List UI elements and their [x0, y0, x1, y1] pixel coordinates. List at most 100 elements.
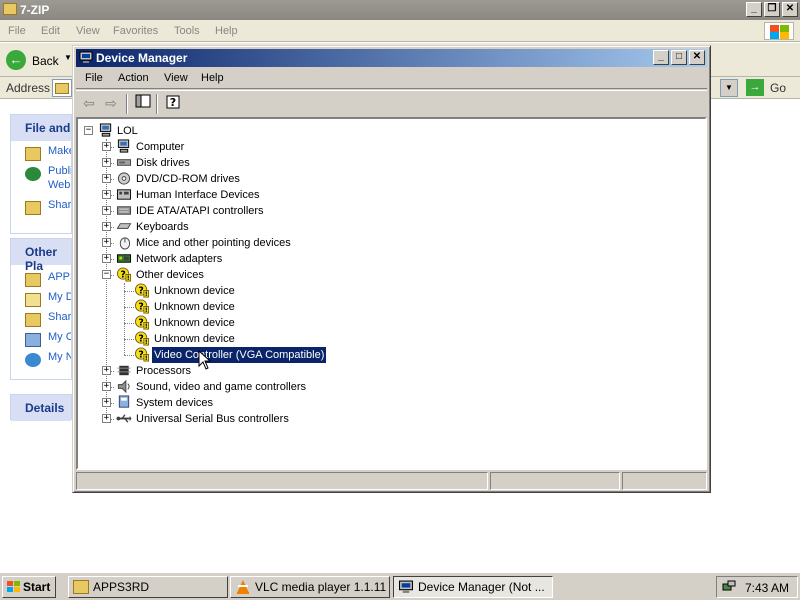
place-my-network[interactable]: My N	[11, 351, 71, 371]
tree-device-unknown-device[interactable]: ?! Unknown device	[78, 283, 678, 299]
tree-category-disk-drives[interactable]: Disk drives	[78, 155, 678, 171]
system-device-icon	[116, 395, 132, 410]
tree-root[interactable]: LOL	[78, 123, 678, 139]
menu-file[interactable]: File	[8, 25, 26, 37]
explorer-title-bar[interactable]: 7-ZIP _ ❐ ✕	[0, 0, 800, 20]
back-arrow-icon[interactable]: ⇦	[78, 94, 100, 114]
address-dropdown-button[interactable]: ▼	[720, 79, 738, 97]
place-shared[interactable]: Share	[11, 311, 71, 331]
tree-device-video-controller-vga-compatible-[interactable]: ?! Video Controller (VGA Compatible)	[78, 347, 678, 363]
place-label: APPS	[48, 271, 71, 283]
task-make-folder[interactable]: Make	[11, 145, 71, 165]
back-button[interactable]: ← Back ▼	[4, 49, 74, 73]
task-share[interactable]: Share	[11, 199, 71, 219]
close-button[interactable]: ✕	[782, 2, 798, 17]
taskbar-button-vlc[interactable]: VLC media player 1.1.11 ...	[230, 576, 390, 598]
svg-text:?: ?	[138, 285, 143, 296]
place-label: My N	[48, 351, 71, 363]
share-folder-icon	[25, 201, 41, 215]
menu-favorites[interactable]: Favorites	[113, 25, 158, 37]
device-manager-title-bar[interactable]: Device Manager _ □ ✕	[76, 49, 707, 67]
tree-device-unknown-device[interactable]: ?! Unknown device	[78, 331, 678, 347]
tree-node-label: Unknown device	[154, 333, 235, 345]
file-tasks-header[interactable]: File and	[11, 115, 71, 141]
device-manager-icon	[399, 580, 413, 593]
menu-action[interactable]: Action	[118, 72, 149, 84]
place-apps[interactable]: APPS	[11, 271, 71, 291]
taskbar-button-apps3rd[interactable]: APPS3RD	[68, 576, 228, 598]
task-label: Share	[48, 199, 71, 211]
device-manager-window: Device Manager _ □ ✕ File Action View He…	[72, 45, 711, 493]
tree-category-system-devices[interactable]: System devices	[78, 395, 678, 411]
forward-arrow-icon[interactable]: ⇨	[100, 94, 122, 114]
place-label: My D	[48, 291, 71, 303]
tree-category-ide-ata-atapi-controllers[interactable]: IDE ATA/ATAPI controllers	[78, 203, 678, 219]
place-my-computer[interactable]: My C	[11, 331, 71, 351]
minimize-button[interactable]: _	[653, 50, 669, 65]
tree-device-unknown-device[interactable]: ?! Unknown device	[78, 315, 678, 331]
svg-text:?: ?	[138, 333, 143, 344]
menu-view[interactable]: View	[76, 25, 100, 37]
tree-category-human-interface-devices[interactable]: Human Interface Devices	[78, 187, 678, 203]
mouse-cursor-icon	[198, 350, 212, 370]
menu-view[interactable]: View	[164, 72, 188, 84]
unknown-device-icon: ?!	[134, 283, 150, 298]
tree-node-label: LOL	[117, 125, 138, 137]
tree-category-universal-serial-bus-controllers[interactable]: Universal Serial Bus controllers	[78, 411, 678, 427]
menu-help[interactable]: Help	[215, 25, 238, 37]
maximize-button[interactable]: ❐	[764, 2, 780, 17]
unknown-device-icon: ?!	[134, 299, 150, 314]
address-field[interactable]	[52, 79, 72, 97]
clock[interactable]: 7:43 AM	[745, 581, 789, 595]
svg-text:?: ?	[138, 349, 143, 360]
start-button[interactable]: Start	[2, 576, 56, 598]
taskbar-button-label: APPS3RD	[93, 580, 150, 594]
tree-category-computer[interactable]: Computer	[78, 139, 678, 155]
tree-category-network-adapters[interactable]: Network adapters	[78, 251, 678, 267]
tree-node-label: IDE ATA/ATAPI controllers	[136, 205, 264, 217]
menu-tools[interactable]: Tools	[174, 25, 200, 37]
root-computer-icon	[98, 123, 114, 138]
my-documents-icon	[25, 293, 41, 307]
sound-icon	[116, 379, 132, 394]
help-icon[interactable]: ?	[162, 94, 184, 114]
tree-device-unknown-device[interactable]: ?! Unknown device	[78, 299, 678, 315]
processor-icon	[116, 363, 132, 378]
tree-node-label: Unknown device	[154, 317, 235, 329]
place-label: Share	[48, 311, 71, 323]
show-hide-console-tree-icon[interactable]	[132, 94, 154, 114]
tree-category-other-devices[interactable]: ?! Other devices	[78, 267, 678, 283]
tree-category-dvd-cd-rom-drives[interactable]: DVD/CD-ROM drives	[78, 171, 678, 187]
details-panel: Details	[10, 394, 72, 421]
details-header[interactable]: Details	[11, 395, 71, 421]
device-tree: − LOL + Computer + Disk drives + DVD/CD-ROM dri…	[76, 117, 707, 470]
chevron-down-icon[interactable]: ▼	[64, 53, 72, 62]
menu-file[interactable]: File	[85, 72, 103, 84]
tree-node-label: Unknown device	[154, 285, 235, 297]
tree-category-sound-video-and-game-controllers[interactable]: Sound, video and game controllers	[78, 379, 678, 395]
windows-logo-icon	[764, 22, 794, 40]
other-places-header[interactable]: Other Pla	[11, 239, 71, 273]
minimize-button[interactable]: _	[746, 2, 762, 17]
tree-category-mice-and-other-pointing-devices[interactable]: Mice and other pointing devices	[78, 235, 678, 251]
ide-controller-icon	[116, 203, 132, 218]
taskbar-button-device-manager[interactable]: Device Manager (Not ...	[393, 576, 553, 598]
other-places-panel: Other Pla APPS My D Share My C My N	[10, 238, 72, 380]
cdrom-icon	[116, 171, 132, 186]
status-bar	[76, 472, 707, 491]
tree-node-label: Human Interface Devices	[136, 189, 260, 201]
tree-category-keyboards[interactable]: Keyboards	[78, 219, 678, 235]
maximize-button[interactable]: □	[671, 50, 687, 65]
go-button[interactable]: → Go	[744, 79, 796, 97]
close-button[interactable]: ✕	[689, 50, 705, 65]
tree-category-processors[interactable]: Processors	[78, 363, 678, 379]
unknown-device-icon: ?!	[134, 331, 150, 346]
place-my-documents[interactable]: My D	[11, 291, 71, 311]
my-computer-icon	[25, 333, 41, 347]
menu-help[interactable]: Help	[201, 72, 224, 84]
network-status-icon[interactable]	[722, 580, 736, 594]
tree-node-label: Unknown device	[154, 301, 235, 313]
menu-edit[interactable]: Edit	[41, 25, 60, 37]
tree-node-label: Other devices	[136, 269, 204, 281]
status-pane-3	[622, 472, 707, 490]
